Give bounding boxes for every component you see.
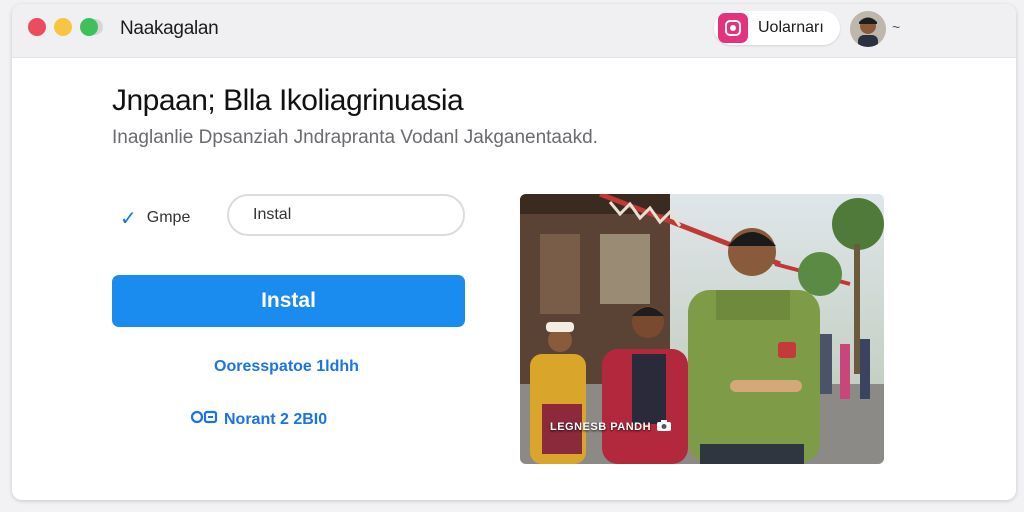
close-dot[interactable]: [28, 18, 46, 36]
photo-caption: LEGNESB PANDH: [550, 420, 672, 434]
install-button[interactable]: Instal: [112, 275, 465, 327]
app-window: Naakagalan Uolarnarı ~ Jnpaan; Blla Ikol…: [12, 4, 1016, 500]
secondary-link: Norant 2 2BI0: [224, 410, 328, 428]
support-link[interactable]: Ooresspatoe 1ldhh: [214, 358, 359, 376]
app-title: Naakagalan: [120, 18, 219, 39]
camera-icon: [657, 420, 672, 434]
app-icon: [718, 13, 748, 43]
page-subtitle: Inaglanlie Dpsanziah Jndrapranta Vodanl …: [112, 127, 598, 148]
page-title: Jnpaan; Blla Ikoliagrinuasia: [112, 84, 464, 117]
option-checkbox[interactable]: ✓ Gmpe: [120, 198, 230, 238]
avatar[interactable]: [850, 11, 886, 47]
chevron-down-icon[interactable]: ~: [892, 19, 900, 35]
profile-name: Uolarnarı: [758, 19, 824, 36]
secondary-link-row[interactable]: Norant 2 2BI0: [190, 408, 327, 431]
link-icon: [190, 408, 218, 431]
minimize-dot[interactable]: [54, 18, 72, 36]
maximize-dot[interactable]: [80, 18, 98, 36]
checkmark-icon: ✓: [120, 207, 137, 230]
profile-button[interactable]: Uolarnarı: [714, 11, 840, 45]
titlebar: Naakagalan Uolarnarı ~: [12, 4, 1016, 58]
hero-photo: LEGNESB PANDH: [520, 194, 884, 464]
search-input[interactable]: [227, 194, 465, 236]
checkbox-label: Gmpe: [146, 209, 191, 226]
